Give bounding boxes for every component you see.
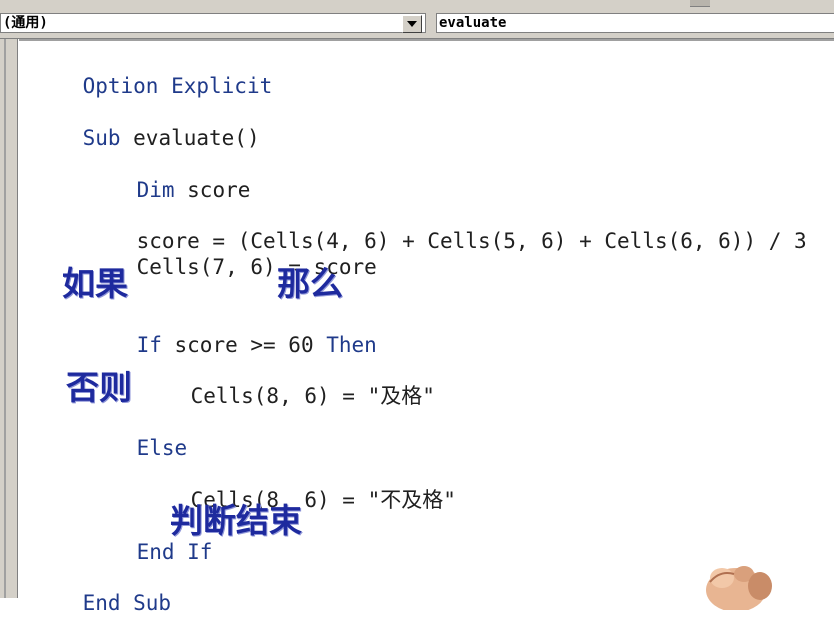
annotation-end-if: 判断结束 [170, 501, 302, 540]
annotation-if: 如果 [62, 264, 128, 303]
annotation-else: 否则 [66, 368, 132, 407]
code-line-end-sub[interactable]: End Sub [32, 564, 172, 642]
code-text: evaluate() [120, 126, 260, 150]
keyword: Option Explicit [82, 74, 273, 98]
code-text: score >= 60 [161, 333, 327, 357]
horizontal-scroll-thumb[interactable] [690, 0, 710, 7]
code-margin-bar [0, 39, 18, 598]
keyword: Dim [136, 178, 175, 202]
keyword: End Sub [82, 591, 172, 615]
procedure-selector-value: evaluate [439, 15, 507, 31]
object-selector[interactable]: (通用) [0, 13, 426, 33]
keyword: End If [136, 540, 213, 564]
chevron-down-icon [407, 21, 417, 27]
keyword: Else [136, 436, 188, 460]
keyword: If [136, 333, 162, 357]
presenter-hand-icon [706, 566, 772, 610]
procedure-selector[interactable]: evaluate [436, 13, 834, 33]
code-text: Cells(8, 6) = "及格" [190, 384, 435, 408]
keyword: Then [326, 333, 377, 357]
code-editor[interactable]: Option Explicit Sub evaluate() Dim score… [19, 39, 834, 615]
object-selector-value: (通用) [3, 15, 48, 31]
annotation-then: 那么 [277, 264, 343, 303]
object-selector-dropdown-button[interactable] [402, 15, 422, 33]
keyword: Sub [82, 126, 121, 150]
code-text: score [174, 178, 251, 202]
code-window-selectors: (通用) evaluate [0, 10, 834, 39]
